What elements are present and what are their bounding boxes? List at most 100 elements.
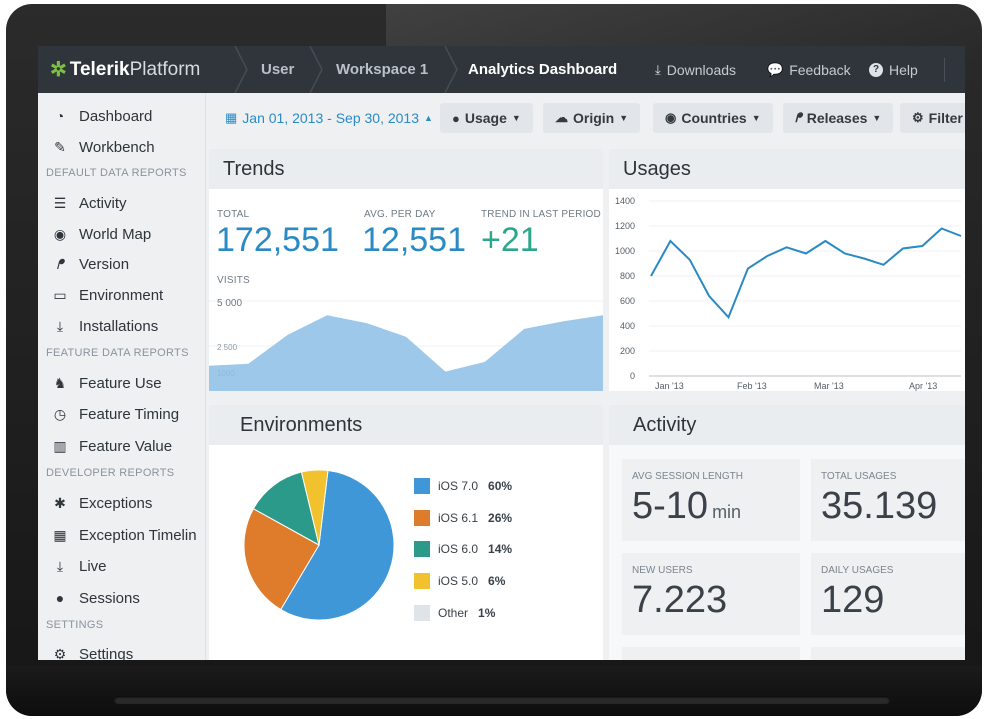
sidebar: ◔ Dashboard ✎ Workbench DEFAULT DATA REP… <box>38 93 206 660</box>
legend-swatch <box>414 605 430 621</box>
sidebar-item-settings[interactable]: ⚙ Settings <box>38 639 205 661</box>
sidebar-item-feature-timing[interactable]: ◷ Feature Timing <box>38 399 205 429</box>
usages-ytick-label: 1400 <box>615 196 635 206</box>
sidebar-item-workbench[interactable]: ✎ Workbench <box>38 132 205 162</box>
breadcrumb-user[interactable]: User <box>261 46 294 93</box>
user-icon: ● <box>452 110 460 126</box>
sidebar-item-label: Installations <box>79 317 159 335</box>
sidebar-item-label: Environment <box>79 286 164 304</box>
legend-swatch <box>414 510 430 526</box>
usage-filter[interactable]: ● Usage ▼ <box>440 103 533 133</box>
edit-icon: ✎ <box>54 138 66 155</box>
usages-ytick-label: 800 <box>620 271 635 281</box>
caret-down-icon: ▼ <box>511 113 521 123</box>
usages-xtick-label: Jan '13 <box>655 381 684 391</box>
legend-label: iOS 6.0 <box>438 542 479 556</box>
sidebar-item-label: Activity <box>79 194 127 212</box>
visits-area <box>209 315 603 391</box>
feature-icon: ♞ <box>53 374 67 391</box>
environments-panel: Environments iOS 7.0 60% iOS 6.1 26% iOS… <box>209 405 603 660</box>
releases-filter-label: Releases <box>806 110 868 126</box>
telerik-logo[interactable]: ✲ Telerik Platform <box>50 57 200 82</box>
avg-per-day-label: AVG. PER DAY <box>364 209 436 220</box>
usages-line-chart: 0 200 400 600 800 1000 1200 1400 Jan '13 Feb '13 M… <box>615 196 962 391</box>
sidebar-item-world-map[interactable]: ◉ World Map <box>38 219 205 249</box>
legend-percent: 26% <box>488 511 513 525</box>
calendar-icon: ▦ <box>53 526 67 543</box>
tile-label: TOTAL USAGES <box>821 471 897 482</box>
sidebar-item-sessions[interactable]: ● Sessions <box>38 583 205 613</box>
filter-button[interactable]: ⚙ Filter <box>900 103 965 133</box>
date-range-picker[interactable]: ▦ Jan 01, 2013 - Sep 30, 2013 ▲ <box>221 103 437 133</box>
environments-pie-chart <box>243 469 395 621</box>
list-icon: ☰ <box>53 194 67 211</box>
legend-percent: 6% <box>488 574 506 588</box>
origin-filter[interactable]: ☁ Origin ▼ <box>543 103 641 133</box>
activity-title: Activity <box>609 405 965 445</box>
usages-xtick-label: Feb '13 <box>737 381 767 391</box>
gear-icon: ⚙ <box>53 645 67 661</box>
tile-unit: min <box>712 502 742 522</box>
usages-xtick-label: Mar '13 <box>814 381 844 391</box>
help-link[interactable]: ? Help <box>869 46 918 93</box>
countries-filter[interactable]: ◉ Countries ▼ <box>653 103 773 133</box>
sidebar-item-activity[interactable]: ☰ Activity <box>38 188 205 218</box>
environments-title: Environments <box>209 405 603 445</box>
trend-value: +21 <box>481 221 539 259</box>
sidebar-item-label: Exceptions <box>79 494 153 512</box>
sidebar-item-label: Sessions <box>79 589 140 607</box>
sidebar-item-exceptions[interactable]: ✱ Exceptions <box>38 488 205 518</box>
download-icon: ⤓ <box>655 61 661 77</box>
section-feature-data-reports: FEATURE DATA REPORTS <box>46 347 189 359</box>
sidebar-item-feature-value[interactable]: ▥ Feature Value <box>38 431 205 461</box>
sidebar-item-label: Live <box>79 557 107 575</box>
breadcrumb-analytics-dashboard[interactable]: Analytics Dashboard <box>468 46 617 93</box>
screen: ✲ Telerik Platform User Workspace 1 Anal… <box>38 46 965 660</box>
sidebar-item-version[interactable]: ᖰ Version <box>38 249 205 279</box>
trends-panel: Trends TOTAL 172,551 AVG. PER DAY 12,551… <box>209 149 603 391</box>
releases-filter[interactable]: ᖰ Releases ▼ <box>783 103 894 133</box>
sidebar-item-label: World Map <box>79 225 152 243</box>
sidebar-item-environment[interactable]: ▭ Environment <box>38 280 205 310</box>
visits-tick-label: 2 500 <box>217 343 238 352</box>
usages-ytick-label: 600 <box>620 296 635 306</box>
sidebar-item-label: Feature Value <box>79 437 173 455</box>
visits-label: VISITS <box>217 275 250 286</box>
sidebar-item-label: Settings <box>79 645 134 661</box>
downloads-link[interactable]: ⤓ Downloads <box>655 46 736 93</box>
section-settings: SETTINGS <box>46 619 104 631</box>
legend-label: iOS 7.0 <box>438 479 479 493</box>
breadcrumb-separator-icon <box>309 46 323 93</box>
sidebar-item-feature-use[interactable]: ♞ Feature Use <box>38 368 205 398</box>
camera-icon <box>501 24 508 31</box>
sidebar-item-exception-timeline[interactable]: ▦ Exception Timelin <box>38 520 205 550</box>
laptop-slot <box>114 696 890 704</box>
legend-item: Other 1% <box>414 603 495 623</box>
sidebar-item-live[interactable]: ⤓ Live <box>38 551 205 581</box>
telerik-mark-icon: ✲ <box>50 59 67 81</box>
help-icon: ? <box>869 62 883 77</box>
usages-panel: Usages 0 200 400 600 800 1000 1200 1400 Jan '13 F… <box>609 149 965 391</box>
legend-label: iOS 5.0 <box>438 574 479 588</box>
caret-down-icon: ▼ <box>751 113 761 123</box>
gears-icon: ⚙ <box>912 110 924 125</box>
download-icon: ⤓ <box>56 317 64 334</box>
countries-filter-label: Countries <box>681 110 747 126</box>
feedback-link[interactable]: 💬 Feedback <box>767 46 851 93</box>
sidebar-item-label: Version <box>79 255 130 273</box>
filter-bar: ▦ Jan 01, 2013 - Sep 30, 2013 ▲ ● Usage … <box>206 93 965 143</box>
legend-percent: 60% <box>488 479 513 493</box>
tile-label: DAILY USAGES <box>821 565 894 576</box>
breadcrumb-workspace[interactable]: Workspace 1 <box>336 46 428 93</box>
usages-ytick-label: 200 <box>620 346 635 356</box>
visits-tick-label: 1000 <box>217 369 235 378</box>
version-icon: ᖰ <box>56 255 64 272</box>
sidebar-item-installations[interactable]: ⤓ Installations <box>38 311 205 341</box>
sidebar-item-label: Workbench <box>79 138 155 156</box>
sidebar-item-dashboard[interactable]: ◔ Dashboard <box>38 101 205 131</box>
usages-ytick-label: 1200 <box>615 221 635 231</box>
activity-tile-partial <box>811 647 965 660</box>
feedback-label: Feedback <box>789 61 851 78</box>
legend-item: iOS 5.0 6% <box>414 571 505 591</box>
sidebar-item-label: Dashboard <box>79 107 153 125</box>
